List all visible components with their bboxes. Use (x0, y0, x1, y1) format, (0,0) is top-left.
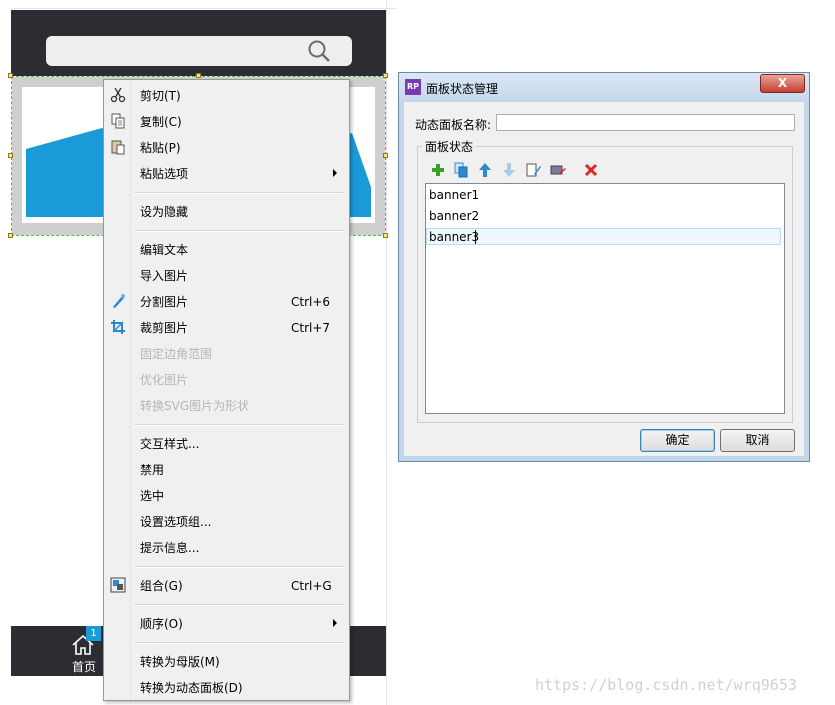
delete-state-icon[interactable] (583, 162, 599, 178)
menu-separator (134, 566, 344, 568)
resize-handle[interactable] (383, 233, 388, 238)
state-list-item[interactable]: banner2 (429, 208, 479, 224)
menu-item-disable[interactable]: 禁用 (140, 462, 164, 478)
resize-handle[interactable] (8, 233, 13, 238)
ok-button[interactable]: 确定 (640, 429, 715, 452)
dialog-title: 面板状态管理 (426, 82, 499, 96)
move-down-icon[interactable] (501, 162, 517, 178)
menu-item-group[interactable]: 组合(G) (140, 578, 183, 594)
panel-name-label: 动态面板名称: (415, 118, 492, 132)
shortcut-crop: Ctrl+7 (291, 321, 331, 335)
resize-handle[interactable] (196, 73, 201, 78)
menu-item-paste-options[interactable]: 粘贴选项 (140, 166, 188, 182)
edit-all-states-icon[interactable] (550, 162, 566, 178)
watermark: https://blog.csdn.net/wrq9653 (535, 676, 797, 694)
menu-item-paste[interactable]: 粘贴(P) (140, 140, 181, 156)
copy-icon (111, 113, 125, 129)
submenu-arrow-icon (333, 169, 337, 177)
edit-state-icon[interactable] (525, 162, 541, 178)
menu-item-edit-text[interactable]: 编辑文本 (140, 242, 188, 258)
menu-separator (134, 192, 344, 194)
shortcut-slice: Ctrl+6 (291, 295, 331, 309)
menu-item-convert-dynamic-panel[interactable]: 转换为动态面板(D) (140, 680, 243, 696)
close-button[interactable]: X (760, 74, 805, 93)
crop-icon (111, 320, 125, 334)
resize-handle[interactable] (383, 153, 388, 158)
text-cursor (475, 230, 476, 244)
group-icon (110, 577, 126, 593)
resize-handle[interactable] (8, 153, 13, 158)
menu-item-selected[interactable]: 选中 (140, 488, 164, 504)
resize-handle[interactable] (8, 73, 13, 78)
menu-item-interaction-styles[interactable]: 交互样式... (140, 436, 199, 452)
menu-icon-gutter (130, 80, 131, 700)
submenu-arrow-icon (333, 619, 337, 627)
app-logo-icon: RP (405, 79, 421, 95)
home-tab-label[interactable]: 首页 (64, 658, 104, 675)
menu-item-fix-corners: 固定边角范围 (140, 347, 213, 361)
menu-item-import-image[interactable]: 导入图片 (140, 268, 188, 284)
state-list-item[interactable]: banner1 (429, 187, 479, 203)
menu-item-set-hidden[interactable]: 设为隐藏 (140, 204, 188, 220)
menu-item-slice-image[interactable]: 分割图片 (140, 294, 188, 310)
menu-separator (134, 642, 344, 644)
state-rename-field[interactable] (426, 228, 781, 245)
scissors-icon (110, 87, 126, 103)
duplicate-state-icon[interactable] (453, 162, 469, 178)
menu-item-tooltip[interactable]: 提示信息... (140, 540, 199, 556)
menu-item-option-group[interactable]: 设置选项组... (140, 514, 211, 530)
slice-icon (113, 294, 125, 308)
menu-item-cut[interactable]: 剪切(T) (140, 88, 181, 104)
menu-item-order[interactable]: 顺序(O) (140, 616, 183, 632)
panel-states-group-title: 面板状态 (422, 138, 477, 155)
menu-separator (134, 604, 344, 606)
menu-separator (134, 424, 344, 426)
state-list-item[interactable]: banner3 (429, 229, 479, 245)
menu-item-svg-to-shape: 转换SVG图片为形状 (140, 399, 250, 413)
menu-item-copy[interactable]: 复制(C) (140, 114, 182, 130)
notification-badge: 1 (86, 626, 101, 641)
cancel-button[interactable]: 取消 (720, 429, 795, 452)
shortcut-group: Ctrl+G (291, 579, 332, 593)
menu-item-crop-image[interactable]: 裁剪图片 (140, 320, 188, 336)
paste-icon (111, 140, 125, 155)
resize-handle[interactable] (383, 73, 388, 78)
menu-item-optimize-image: 优化图片 (140, 373, 189, 387)
search-icon (308, 40, 330, 62)
move-up-icon[interactable] (477, 162, 493, 178)
add-state-icon[interactable] (430, 162, 446, 178)
panel-name-input[interactable] (496, 114, 795, 131)
menu-item-convert-master[interactable]: 转换为母版(M) (140, 654, 220, 670)
canvas-ruler-top (11, 8, 396, 9)
menu-separator (134, 230, 344, 232)
canvas-ruler-right (386, 0, 387, 705)
